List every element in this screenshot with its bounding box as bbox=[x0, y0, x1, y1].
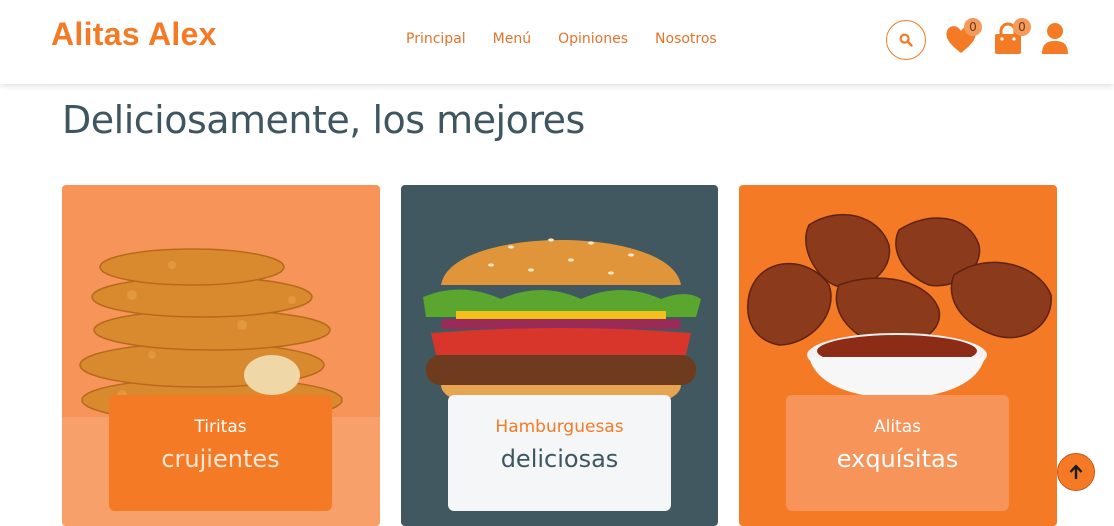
card-label: Hamburguesas deliciosas bbox=[448, 395, 671, 511]
card-category: Alitas bbox=[873, 417, 921, 437]
cart-button[interactable]: 0 bbox=[993, 18, 1031, 56]
search-icon bbox=[899, 33, 913, 47]
site-header: Alitas Alex Principal Menú Opiniones Nos… bbox=[0, 0, 1114, 84]
arrow-up-icon bbox=[1069, 464, 1083, 479]
card-tagline: exquísitas bbox=[836, 445, 959, 473]
nav-link-principal[interactable]: Principal bbox=[406, 31, 466, 47]
card-label: Alitas exquísitas bbox=[786, 395, 1009, 511]
nav-link-nosotros[interactable]: Nosotros bbox=[655, 31, 717, 47]
section-title: Deliciosamente, los mejores bbox=[62, 98, 585, 142]
brand-logo[interactable]: Alitas Alex bbox=[51, 16, 217, 53]
card-category: Hamburguesas bbox=[495, 417, 624, 437]
menu-card-tiritas[interactable]: Tiritas crujientes bbox=[62, 185, 380, 526]
header-divider bbox=[50, 84, 1068, 85]
nav-link-menu[interactable]: Menú bbox=[493, 31, 531, 47]
cart-count-badge: 0 bbox=[1013, 18, 1031, 36]
card-tagline: deliciosas bbox=[500, 445, 619, 473]
scroll-to-top-button[interactable] bbox=[1057, 453, 1095, 491]
search-button[interactable] bbox=[886, 20, 926, 60]
nav-link-opiniones[interactable]: Opiniones bbox=[558, 31, 628, 47]
card-category: Tiritas bbox=[194, 417, 247, 437]
main-nav: Principal Menú Opiniones Nosotros bbox=[406, 31, 744, 47]
account-button[interactable] bbox=[1041, 20, 1075, 56]
menu-card-hamburguesas[interactable]: Hamburguesas deliciosas bbox=[401, 185, 718, 526]
card-label: Tiritas crujientes bbox=[109, 395, 332, 511]
user-icon bbox=[1042, 23, 1068, 54]
menu-card-alitas[interactable]: Alitas exquísitas bbox=[739, 185, 1057, 526]
favorites-count-badge: 0 bbox=[964, 18, 982, 36]
card-tagline: crujientes bbox=[161, 445, 280, 473]
favorites-button[interactable]: 0 bbox=[944, 18, 982, 56]
